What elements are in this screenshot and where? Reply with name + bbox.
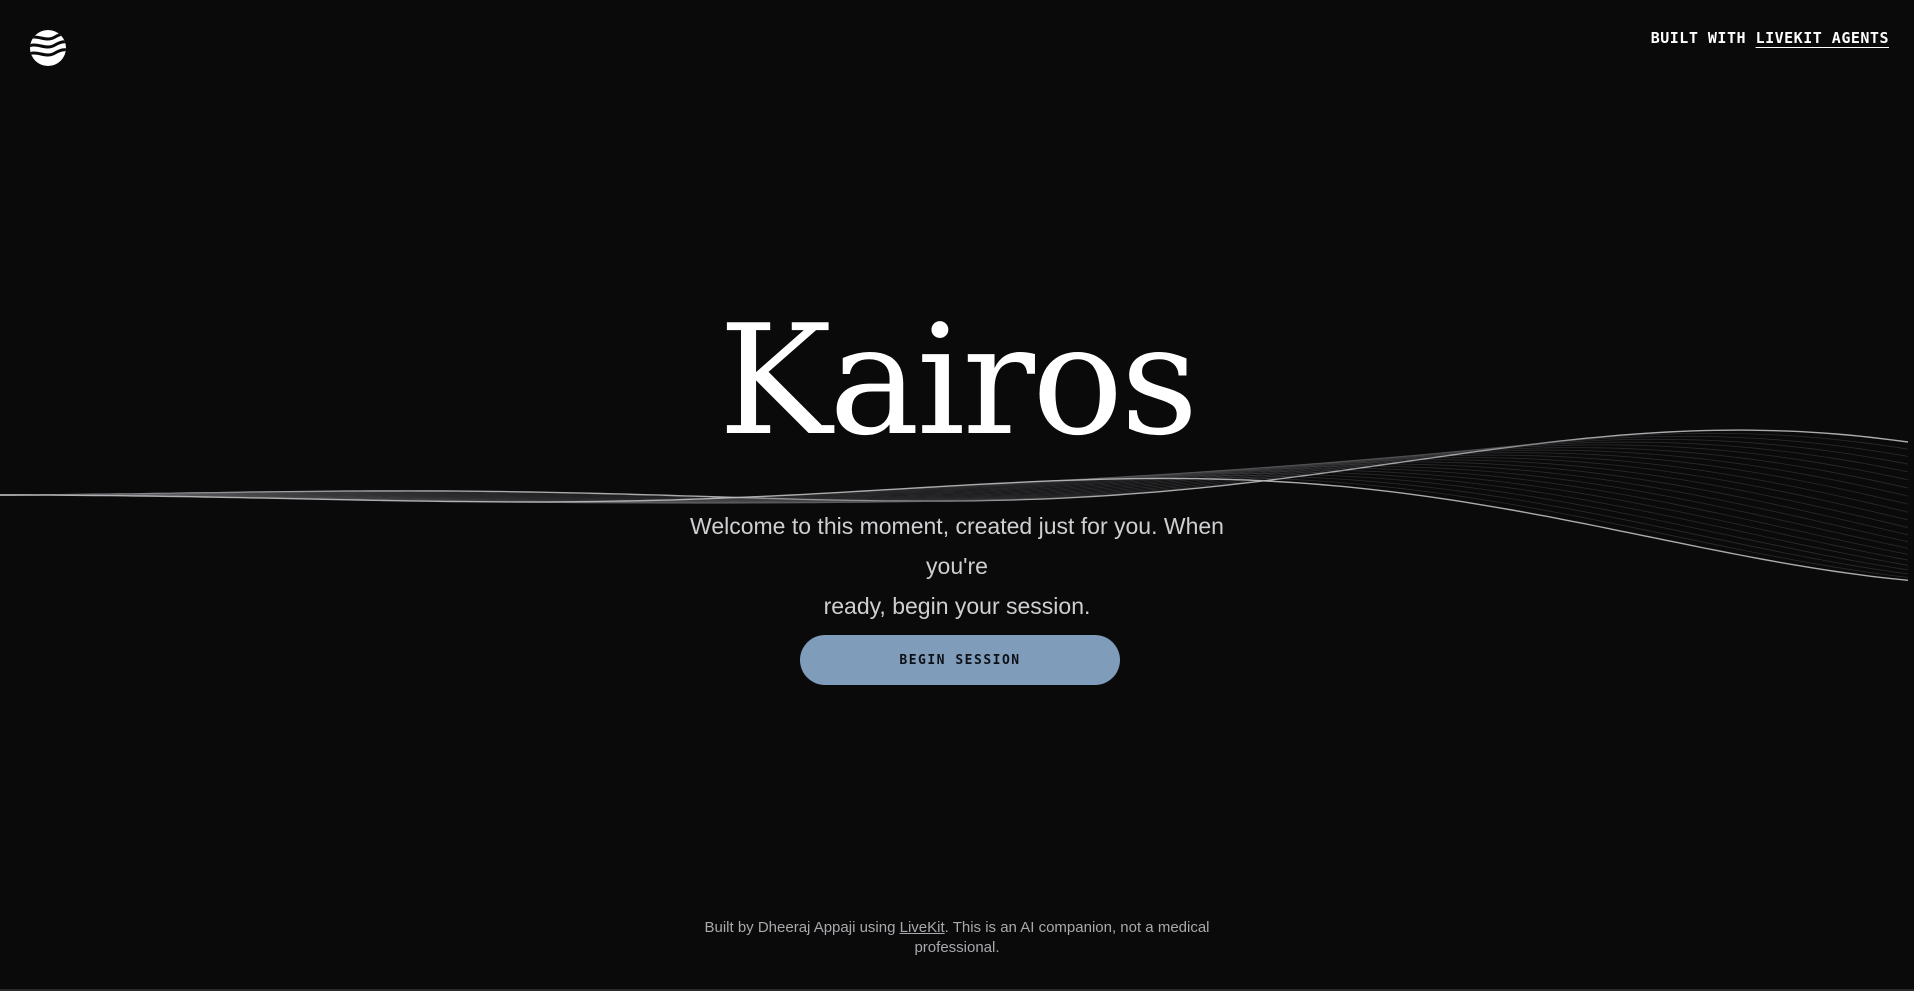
landing-page: BUILT WITH LIVEKIT AGENTS Kairos Welcome… <box>0 0 1914 991</box>
begin-session-button[interactable]: BEGIN SESSION <box>800 635 1120 685</box>
subtitle-line-1: Welcome to this moment, created just for… <box>690 513 1224 579</box>
subtitle-line-2: ready, begin your session. <box>823 593 1091 619</box>
built-with-label: BUILT WITH LIVEKIT AGENTS <box>1651 29 1889 47</box>
livekit-agents-link[interactable]: LIVEKIT AGENTS <box>1756 29 1889 47</box>
welcome-subtitle: Welcome to this moment, created just for… <box>657 506 1257 626</box>
built-with-prefix: BUILT WITH <box>1650 29 1747 47</box>
page-title: Kairos <box>718 292 1199 469</box>
livekit-footer-link[interactable]: LiveKit <box>900 919 945 936</box>
footer-suffix: . This is an AI companion, not a medical <box>944 919 1210 936</box>
footer-line-1: Built by Dheeraj Appaji using LiveKit. T… <box>0 918 1914 938</box>
wave-sphere-icon <box>30 30 66 66</box>
footer-prefix: Built by Dheeraj Appaji using <box>704 919 900 936</box>
footer-disclaimer: Built by Dheeraj Appaji using LiveKit. T… <box>0 918 1914 958</box>
logo[interactable] <box>29 29 67 67</box>
footer-line-2: professional. <box>914 939 1000 956</box>
